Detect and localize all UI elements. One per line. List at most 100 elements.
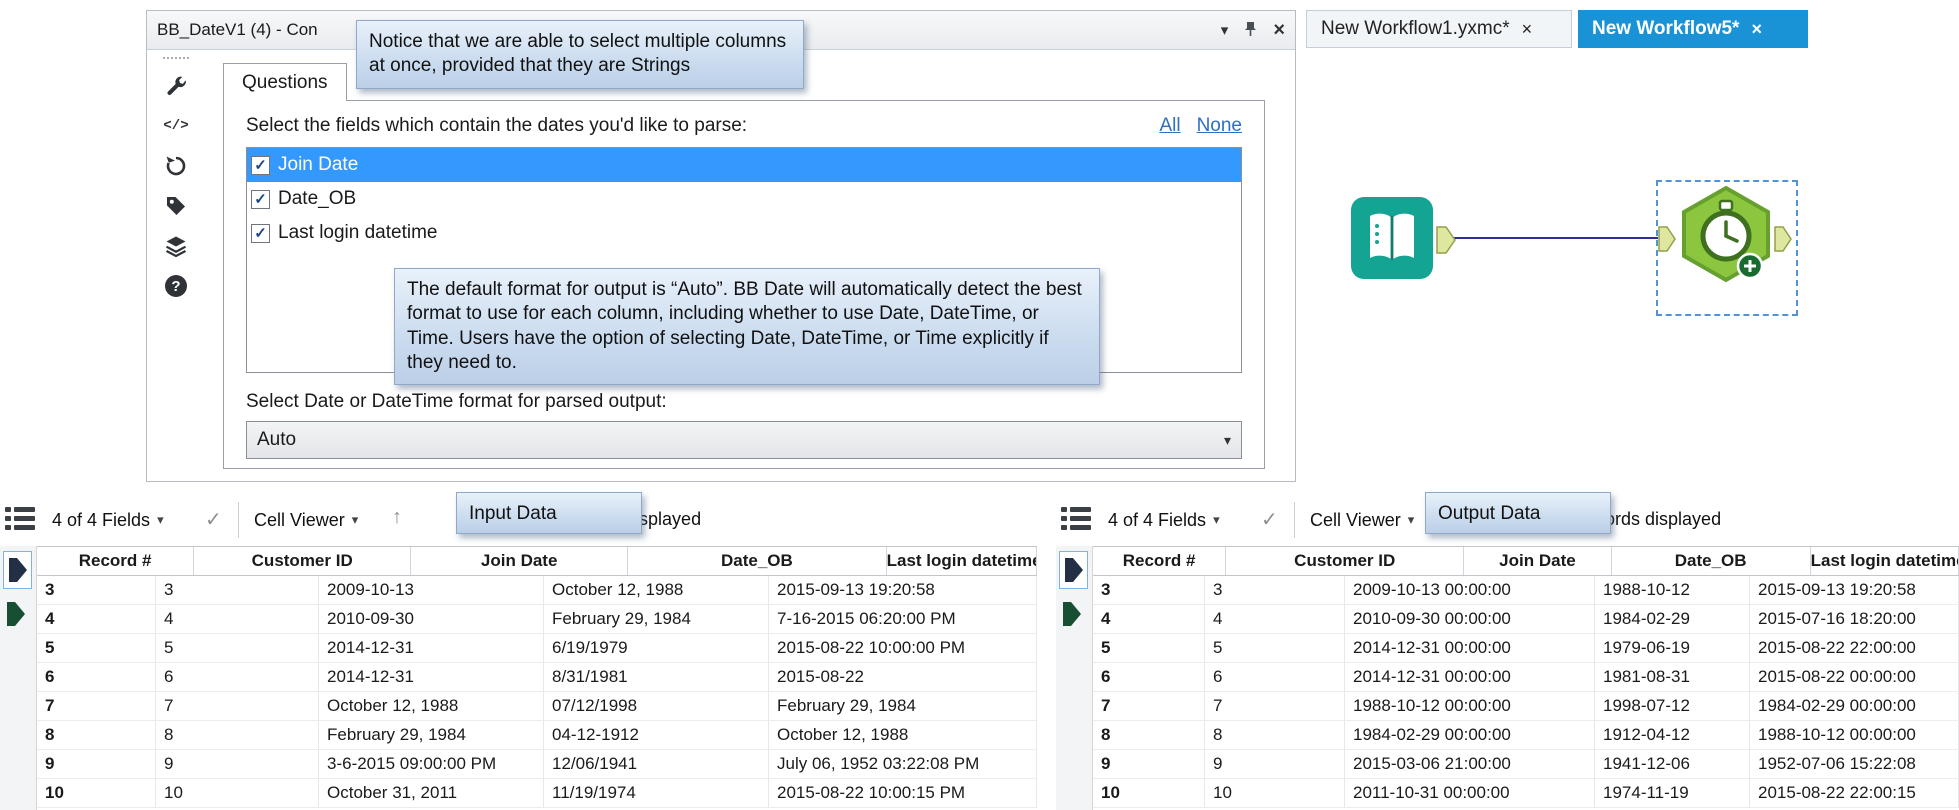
join-date-cell: 2009-10-13 00:00:00	[1345, 576, 1595, 604]
workflow-canvas[interactable]	[1296, 48, 1959, 494]
table-row[interactable]: 6 6 2014-12-31 00:00:00 1981-08-31 2015-…	[1093, 663, 1959, 692]
table-row[interactable]: 6 6 2014-12-31 8/31/1981 2015-08-22	[37, 663, 1037, 692]
checkbox-checked[interactable]: ✓	[251, 189, 270, 209]
last-login-cell: 2015-08-22 10:00:15 PM	[769, 779, 1037, 807]
customer-id-cell: 6	[156, 663, 319, 691]
column-header[interactable]: Join Date	[411, 547, 629, 575]
wrench-icon[interactable]	[163, 73, 189, 99]
apply-check-icon[interactable]: ✓	[205, 507, 222, 532]
toolbar-separator	[1294, 502, 1295, 538]
field-label: Date_OB	[278, 188, 357, 209]
table-row[interactable]: 8 8 February 29, 1984 04-12-1912 October…	[37, 721, 1037, 750]
code-icon[interactable]: </>	[163, 113, 189, 139]
tab-new-workflow5[interactable]: New Workflow5* ×	[1578, 10, 1808, 48]
table-row[interactable]: 4 4 2010-09-30 February 29, 1984 7-16-20…	[37, 605, 1037, 634]
input-anchor-icon[interactable]	[1658, 226, 1676, 257]
table-row[interactable]: 4 4 2010-09-30 00:00:00 1984-02-29 2015-…	[1093, 605, 1959, 634]
column-header[interactable]: Record #	[37, 547, 195, 575]
tab-questions[interactable]: Questions	[223, 63, 347, 101]
table-menu-icon[interactable]	[5, 506, 35, 537]
input-anchor-button[interactable]	[6, 601, 26, 632]
column-header[interactable]: Customer ID	[1226, 547, 1465, 575]
refresh-icon[interactable]	[163, 153, 189, 179]
list-item-join-date[interactable]: ✓ Join Date	[247, 148, 1241, 182]
record-number-cell: 7	[37, 692, 156, 720]
column-header[interactable]: Last login datetime	[1811, 547, 1959, 575]
table-row[interactable]: 3 3 2009-10-13 00:00:00 1988-10-12 2015-…	[1093, 576, 1959, 605]
date-ob-cell: 11/19/1974	[544, 779, 769, 807]
last-login-cell: 2015-08-22 00:00:00	[1750, 663, 1959, 691]
output-anchor-button[interactable]	[3, 551, 32, 589]
checkbox-checked[interactable]: ✓	[251, 155, 270, 175]
close-icon[interactable]: ×	[1273, 20, 1285, 40]
customer-id-cell: 5	[156, 634, 319, 662]
date-ob-cell: 8/31/1981	[544, 663, 769, 691]
chevron-down-icon[interactable]: ▾	[1221, 23, 1229, 38]
output-anchor-icon[interactable]	[1436, 226, 1456, 259]
column-header[interactable]: Last login datetime	[887, 547, 1037, 575]
apply-check-icon[interactable]: ✓	[1261, 507, 1278, 532]
output-anchor-icon[interactable]	[1774, 226, 1792, 257]
table-row[interactable]: 3 3 2009-10-13 October 12, 1988 2015-09-…	[37, 576, 1037, 605]
last-login-cell: 2015-08-22 10:00:00 PM	[769, 634, 1037, 662]
input-data-tool[interactable]	[1350, 196, 1434, 280]
table-row[interactable]: 10 10 October 31, 2011 11/19/1974 2015-0…	[37, 779, 1037, 808]
checkbox-checked[interactable]: ✓	[251, 223, 270, 243]
table-row[interactable]: 10 10 2011-10-31 00:00:00 1974-11-19 201…	[1093, 779, 1959, 808]
table-menu-icon[interactable]	[1061, 506, 1091, 537]
customer-id-cell: 7	[156, 692, 319, 720]
sort-up-icon[interactable]: ↑	[392, 506, 402, 529]
date-ob-cell: February 29, 1984	[544, 605, 769, 633]
output-anchor-button[interactable]	[1059, 551, 1088, 589]
cell-viewer-dropdown[interactable]: Cell Viewer ▾	[1310, 505, 1414, 535]
table-row[interactable]: 9 9 3-6-2015 09:00:00 PM 12/06/1941 July…	[37, 750, 1037, 779]
table-row[interactable]: 7 7 October 12, 1988 07/12/1998 February…	[37, 692, 1037, 721]
pin-icon[interactable]	[1244, 21, 1257, 40]
fields-dropdown[interactable]: 4 of 4 Fields ▾	[52, 505, 164, 535]
table-row[interactable]: 8 8 1984-02-29 00:00:00 1912-04-12 1988-…	[1093, 721, 1959, 750]
record-number-cell: 8	[1093, 721, 1205, 749]
date-ob-cell: 04-12-1912	[544, 721, 769, 749]
select-all-link[interactable]: All	[1159, 115, 1180, 137]
close-icon[interactable]: ×	[1751, 20, 1762, 38]
table-row[interactable]: 5 5 2014-12-31 00:00:00 1979-06-19 2015-…	[1093, 634, 1959, 663]
fields-prompt: Select the fields which contain the date…	[246, 115, 748, 136]
tag-icon[interactable]	[163, 193, 189, 219]
join-date-cell: February 29, 1984	[319, 721, 544, 749]
fields-dropdown[interactable]: 4 of 4 Fields ▾	[1108, 505, 1220, 535]
column-header[interactable]: Customer ID	[194, 547, 412, 575]
cell-viewer-dropdown[interactable]: Cell Viewer ▾	[254, 505, 358, 535]
chevron-down-icon: ▾	[157, 512, 164, 527]
customer-id-cell: 4	[156, 605, 319, 633]
select-none-link[interactable]: None	[1197, 115, 1242, 137]
layers-icon[interactable]	[163, 233, 189, 259]
workflow-tabbar: New Workflow1.yxmc* × New Workflow5* ×	[1296, 10, 1959, 48]
customer-id-cell: 9	[1205, 750, 1345, 778]
input-anchor-button[interactable]	[1062, 601, 1082, 632]
connection-gutter	[1056, 546, 1093, 810]
format-dropdown[interactable]: Auto ▾	[246, 421, 1242, 459]
bbdate-tool[interactable]	[1676, 184, 1776, 289]
list-item-date-ob[interactable]: ✓ Date_OB	[247, 182, 1241, 216]
column-header[interactable]: Join Date	[1464, 547, 1612, 575]
record-number-cell: 3	[1093, 576, 1205, 604]
column-header[interactable]: Date_OB	[628, 547, 887, 575]
help-icon[interactable]: ?	[163, 273, 189, 299]
table-row[interactable]: 5 5 2014-12-31 6/19/1979 2015-08-22 10:0…	[37, 634, 1037, 663]
config-tool-strip: </> ?	[147, 49, 205, 481]
column-header[interactable]: Record #	[1093, 547, 1227, 575]
tab-new-workflow1[interactable]: New Workflow1.yxmc* ×	[1306, 10, 1572, 48]
list-item-last-login[interactable]: ✓ Last login datetime	[247, 216, 1241, 250]
date-ob-cell: 1984-02-29	[1595, 605, 1750, 633]
column-header[interactable]: Date_OB	[1612, 547, 1811, 575]
fields-dropdown-value: 4 of 4 Fields	[52, 509, 151, 530]
close-icon[interactable]: ×	[1522, 20, 1533, 38]
table-row[interactable]: 9 9 2015-03-06 21:00:00 1941-12-06 1952-…	[1093, 750, 1959, 779]
bbdate-tool-selection[interactable]	[1656, 180, 1798, 316]
grip-handle[interactable]	[163, 57, 189, 59]
table-row[interactable]: 7 7 1988-10-12 00:00:00 1998-07-12 1984-…	[1093, 692, 1959, 721]
date-ob-cell: 1998-07-12	[1595, 692, 1750, 720]
customer-id-cell: 7	[1205, 692, 1345, 720]
callout-input-data-label: Input Data	[456, 492, 642, 534]
last-login-cell: 7-16-2015 06:20:00 PM	[769, 605, 1037, 633]
